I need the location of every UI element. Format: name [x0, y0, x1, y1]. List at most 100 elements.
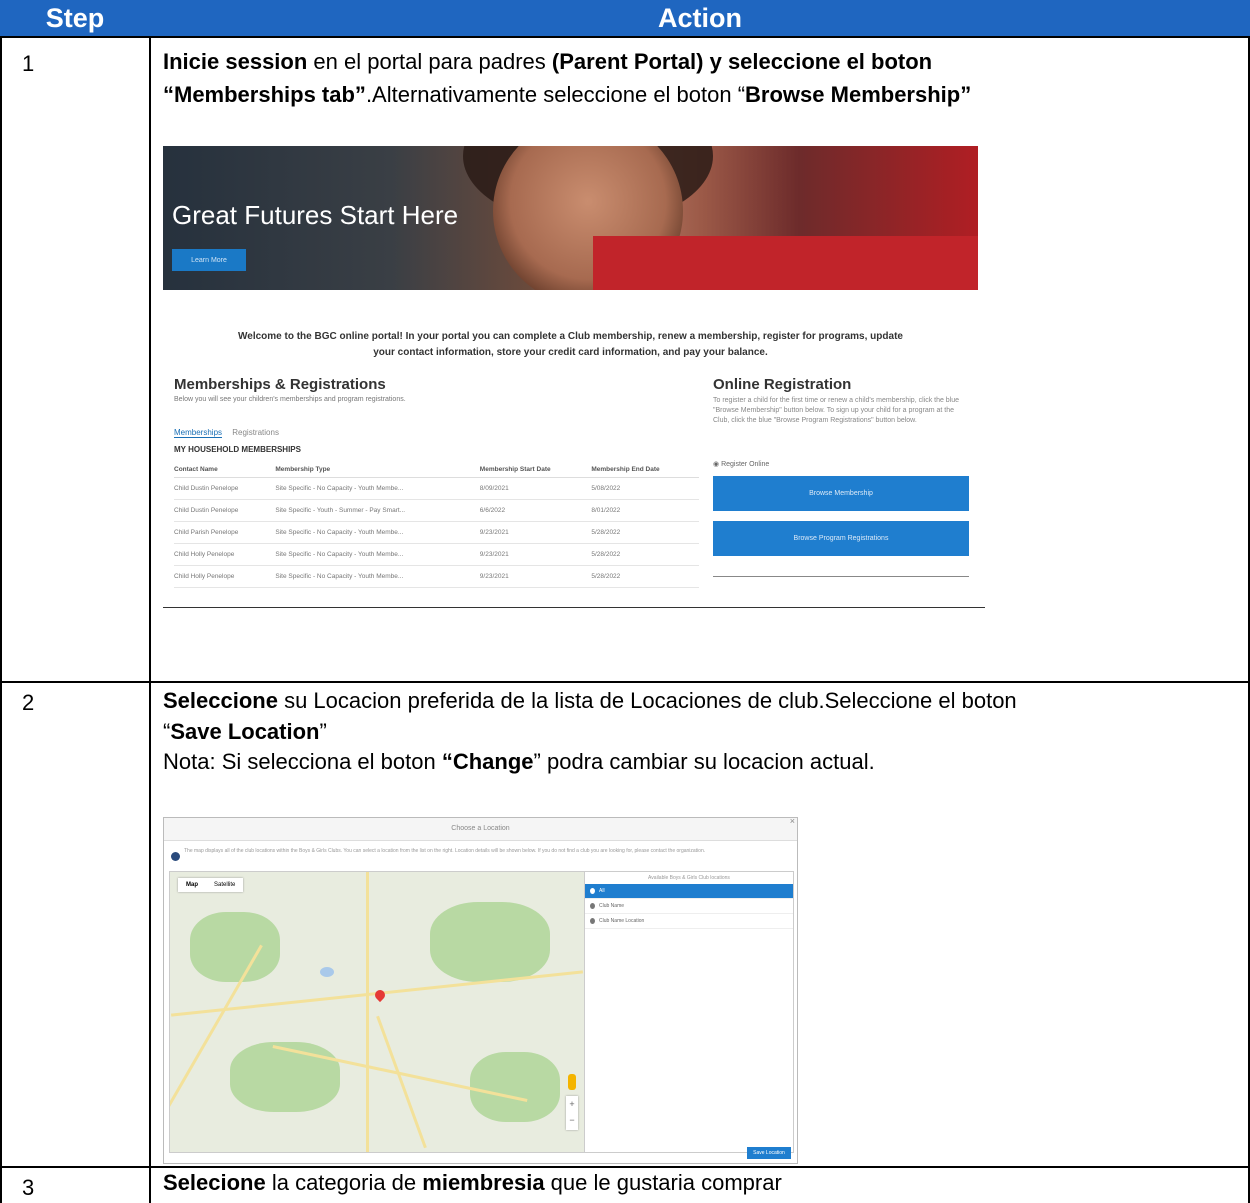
- register-online-link[interactable]: ◉ Register Online: [713, 460, 769, 468]
- map-road: [366, 872, 369, 1152]
- divider: [713, 576, 969, 577]
- table-cell: 9/23/2021: [479, 521, 592, 544]
- location-pin-icon: [590, 888, 595, 894]
- instruction-text: que le gustaria comprar: [544, 1170, 782, 1195]
- table-row[interactable]: Child Parish Penelope Site Specific - No…: [174, 521, 699, 544]
- table-cell: Child Dustin Penelope: [174, 477, 276, 500]
- instruction-text: ”: [319, 719, 327, 744]
- info-icon: [171, 852, 180, 861]
- hero-title: Great Futures Start Here: [172, 200, 459, 230]
- table-row[interactable]: Child Holly Penelope Site Specific - No …: [174, 543, 699, 566]
- browse-membership-button[interactable]: Browse Membership: [713, 476, 969, 511]
- table-cell: 5/28/2022: [591, 565, 699, 588]
- instruction-bold: (Parent Portal) y seleccione el boton: [551, 49, 933, 74]
- step-instruction: “Memberships tab”.Alternativamente selec…: [163, 80, 971, 110]
- welcome-line: your contact information, store your cre…: [373, 347, 768, 358]
- hero-image-shirt: [593, 236, 978, 290]
- memberships-subtitle: Below you will see your children's membe…: [174, 396, 406, 403]
- step-instruction: Seleccione su Locacion preferida de la l…: [163, 686, 1017, 716]
- map-pin-icon[interactable]: [372, 987, 388, 1003]
- table-cell: Site Specific - No Capacity - Youth Memb…: [275, 565, 480, 588]
- map-park: [230, 1042, 340, 1112]
- online-registration-text: To register a child for the first time o…: [713, 397, 960, 424]
- instruction-bold: Save Location: [170, 719, 320, 744]
- location-item[interactable]: Club Name Location: [585, 914, 793, 929]
- instruction-bold: Seleccione: [163, 688, 278, 713]
- browse-program-registrations-button[interactable]: Browse Program Registrations: [713, 521, 969, 556]
- online-registration-title: Online Registration: [713, 376, 852, 393]
- map-park: [190, 912, 280, 982]
- table-border-left: [0, 36, 2, 1203]
- instruction-text: su Locacion preferida de la lista de Loc…: [277, 688, 1017, 713]
- location-item[interactable]: Club Name: [585, 899, 793, 914]
- map-type-toggle: Map Satellite: [178, 878, 244, 892]
- table-cell: Child Parish Penelope: [174, 521, 276, 544]
- instruction-text: ” podra cambiar su locacion actual.: [533, 749, 875, 774]
- zoom-in-button[interactable]: +: [566, 1096, 578, 1112]
- street-view-icon[interactable]: [568, 1074, 576, 1090]
- location-list: Available Boys & Girls Club locations Al…: [584, 871, 794, 1153]
- satellite-tab[interactable]: Satellite: [206, 882, 243, 888]
- location-item[interactable]: All: [585, 884, 793, 899]
- location-name: Club Name Location: [599, 918, 645, 924]
- location-pin-icon: [590, 903, 595, 909]
- household-memberships-title: MY HOUSEHOLD MEMBERSHIPS: [174, 445, 301, 454]
- instruction-bold: “Change: [441, 749, 534, 774]
- table-row[interactable]: Child Holly Penelope Site Specific - No …: [174, 565, 699, 588]
- location-pin-icon: [590, 918, 595, 924]
- column-header: Membership Start Date: [479, 462, 592, 478]
- step-column-header: Step: [0, 0, 150, 36]
- table-cell: 8/09/2021: [479, 477, 592, 500]
- table-row[interactable]: Child Dustin Penelope Site Specific - Yo…: [174, 499, 699, 522]
- map-tab[interactable]: Map: [178, 882, 206, 888]
- zoom-controls: + −: [566, 1096, 578, 1130]
- action-column-header: Action: [150, 0, 1250, 36]
- instruction-text: Nota: Si selecciona el boton: [163, 749, 442, 774]
- parent-portal-screenshot: Great Futures Start Here Learn More Welc…: [163, 146, 978, 616]
- instruction-text: la categoria de: [265, 1170, 423, 1195]
- close-icon[interactable]: ×: [790, 818, 795, 826]
- table-cell: 5/08/2022: [591, 477, 699, 500]
- welcome-line: Welcome to the BGC online portal! In you…: [238, 331, 903, 342]
- learn-more-button[interactable]: Learn More: [172, 249, 246, 271]
- memberships-title: Memberships & Registrations: [174, 376, 386, 393]
- instruction-text: en el portal para padres: [307, 49, 552, 74]
- location-name: All: [599, 888, 605, 894]
- register-online-label: Register Online: [721, 461, 770, 468]
- step-instruction: Selecione la categoria de miembresia que…: [163, 1168, 782, 1198]
- table-row[interactable]: Child Dustin Penelope Site Specific - No…: [174, 477, 699, 500]
- location-map[interactable]: Map Satellite + −: [169, 871, 585, 1153]
- instruction-bold: “Memberships tab”: [163, 82, 366, 107]
- dialog-title: Choose a Location: [164, 818, 797, 841]
- tab-memberships[interactable]: Memberships: [174, 428, 223, 438]
- dialog-info-text: The map displays all of the club locatio…: [184, 848, 706, 854]
- screenshot-underline: [163, 607, 985, 608]
- step-instruction: Inicie session en el portal para padres …: [163, 47, 932, 77]
- membership-tabs: Memberships Registrations: [174, 428, 279, 438]
- save-location-button[interactable]: Save Location: [747, 1147, 791, 1159]
- tab-registrations[interactable]: Registrations: [232, 428, 279, 437]
- table-cell: Child Dustin Penelope: [174, 499, 276, 522]
- map-park: [430, 902, 550, 982]
- table-cell: Site Specific - Youth - Summer - Pay Sma…: [275, 499, 480, 522]
- globe-icon: ◉: [713, 461, 720, 468]
- step-number: 3: [22, 1175, 35, 1200]
- table-border-middle: [149, 36, 151, 1203]
- table-cell: 9/23/2021: [479, 543, 592, 566]
- table-cell: 8/01/2022: [591, 499, 699, 522]
- step-number: 2: [22, 690, 35, 715]
- location-list-header: Available Boys & Girls Club locations: [648, 875, 730, 881]
- instruction-bold: miembresia: [422, 1170, 545, 1195]
- memberships-table: Contact Name Membership Type Membership …: [174, 462, 699, 588]
- table-cell: Child Holly Penelope: [174, 543, 276, 566]
- row-divider: [0, 36, 1250, 38]
- table-cell: 5/28/2022: [591, 543, 699, 566]
- table-cell: 9/23/2021: [479, 565, 592, 588]
- location-name: Club Name: [599, 903, 625, 909]
- zoom-out-button[interactable]: −: [566, 1112, 578, 1128]
- table-cell: 5/28/2022: [591, 521, 699, 544]
- table-header-row: Contact Name Membership Type Membership …: [174, 462, 699, 478]
- instruction-bold: Inicie session: [163, 49, 308, 74]
- hero-banner: Great Futures Start Here Learn More: [163, 146, 978, 290]
- map-park: [470, 1052, 560, 1122]
